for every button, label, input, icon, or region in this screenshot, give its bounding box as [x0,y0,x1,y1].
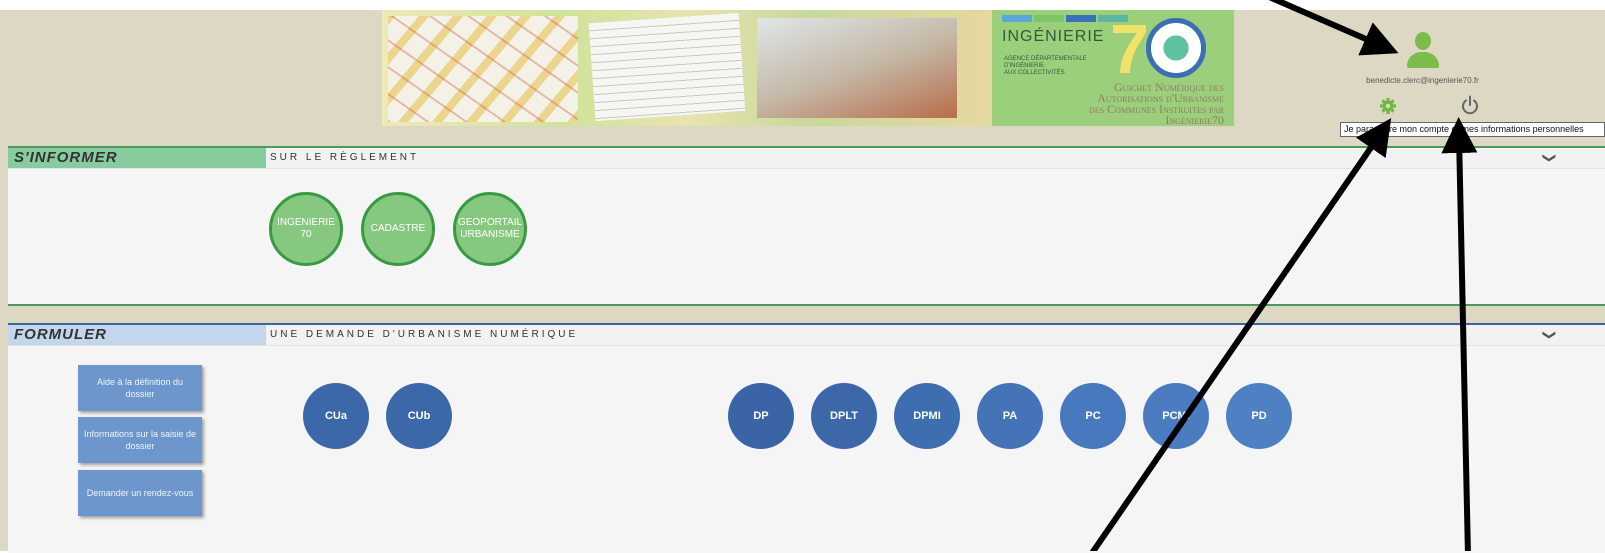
banner-map-image [388,16,578,122]
brand-logo: INGÉNIERIE AGENCE DÉPARTEMENTALE D'INGÉN… [992,10,1234,126]
ingenierie70-link[interactable]: INGENIERIE 70 [269,192,343,266]
banner-document-image [588,12,746,122]
pc-button[interactable]: PC [1060,383,1126,449]
pa-button[interactable]: PA [977,383,1043,449]
dplt-button[interactable]: DPLT [811,383,877,449]
formuler-section: FORMULER UNE DEMANDE D'URBANISME NUMÉRIQ… [8,323,1605,553]
brand-stripe [1002,15,1032,22]
formuler-section-title: FORMULER [8,325,266,345]
user-icon-body [1407,52,1439,68]
inform-section-subtitle: SUR LE RÈGLEMENT [270,152,420,163]
chevron-down-icon[interactable]: ❯ [1539,325,1559,345]
user-icon-head [1415,32,1431,50]
banner-collage [382,10,992,126]
dossier-help-button[interactable]: Aide à la définition du dossier [78,365,202,411]
brand-number: 7 [1110,10,1149,88]
user-email: benedicte.clerc@ingenierie70.fr [1366,76,1479,85]
user-icon[interactable] [1406,32,1440,68]
cadastre-link[interactable]: CADASTRE [361,192,435,266]
brand-target-icon [1146,18,1206,78]
brand-stripe [1066,15,1096,22]
pcmi-button[interactable]: PCMI [1143,383,1209,449]
pd-button[interactable]: PD [1226,383,1292,449]
power-icon[interactable] [1460,94,1480,116]
brand-stripe [1034,15,1064,22]
page-background: INGÉNIERIE AGENCE DÉPARTEMENTALE D'INGÉN… [0,10,1605,553]
inform-section-title: S'INFORMER [8,148,266,168]
dossier-info-button[interactable]: Informations sur la saisie de dossier [78,417,202,463]
guichet-title: Guichet Numérique des Autorisations d'Ur… [1089,80,1224,126]
brand-agency-text: AGENCE DÉPARTEMENTALE D'INGÉNIERIE AUX C… [1004,56,1087,76]
header-banner: INGÉNIERIE AGENCE DÉPARTEMENTALE D'INGÉN… [382,10,1234,126]
inform-section: S'INFORMER SUR LE RÈGLEMENT ❯ INGENIERIE… [8,146,1605,306]
brand-name: INGÉNIERIE [1002,28,1105,45]
appointment-button[interactable]: Demander un rendez-vous [78,470,202,516]
geoportail-urbanisme-link[interactable]: GEOPORTAIL URBANISME [453,192,527,266]
cub-button[interactable]: CUb [386,383,452,449]
formuler-section-subtitle: UNE DEMANDE D'URBANISME NUMÉRIQUE [270,329,579,340]
banner-house-image [757,18,957,118]
inform-section-header[interactable]: S'INFORMER SUR LE RÈGLEMENT ❯ [8,148,1605,169]
dpmi-button[interactable]: DPMI [894,383,960,449]
cua-button[interactable]: CUa [303,383,369,449]
dp-button[interactable]: DP [728,383,794,449]
formuler-section-header[interactable]: FORMULER UNE DEMANDE D'URBANISME NUMÉRIQ… [8,325,1605,346]
gear-icon[interactable] [1371,94,1405,118]
account-settings-tooltip: Je paramètre mon compte et mes informati… [1340,122,1605,137]
chevron-down-icon[interactable]: ❯ [1539,148,1559,168]
